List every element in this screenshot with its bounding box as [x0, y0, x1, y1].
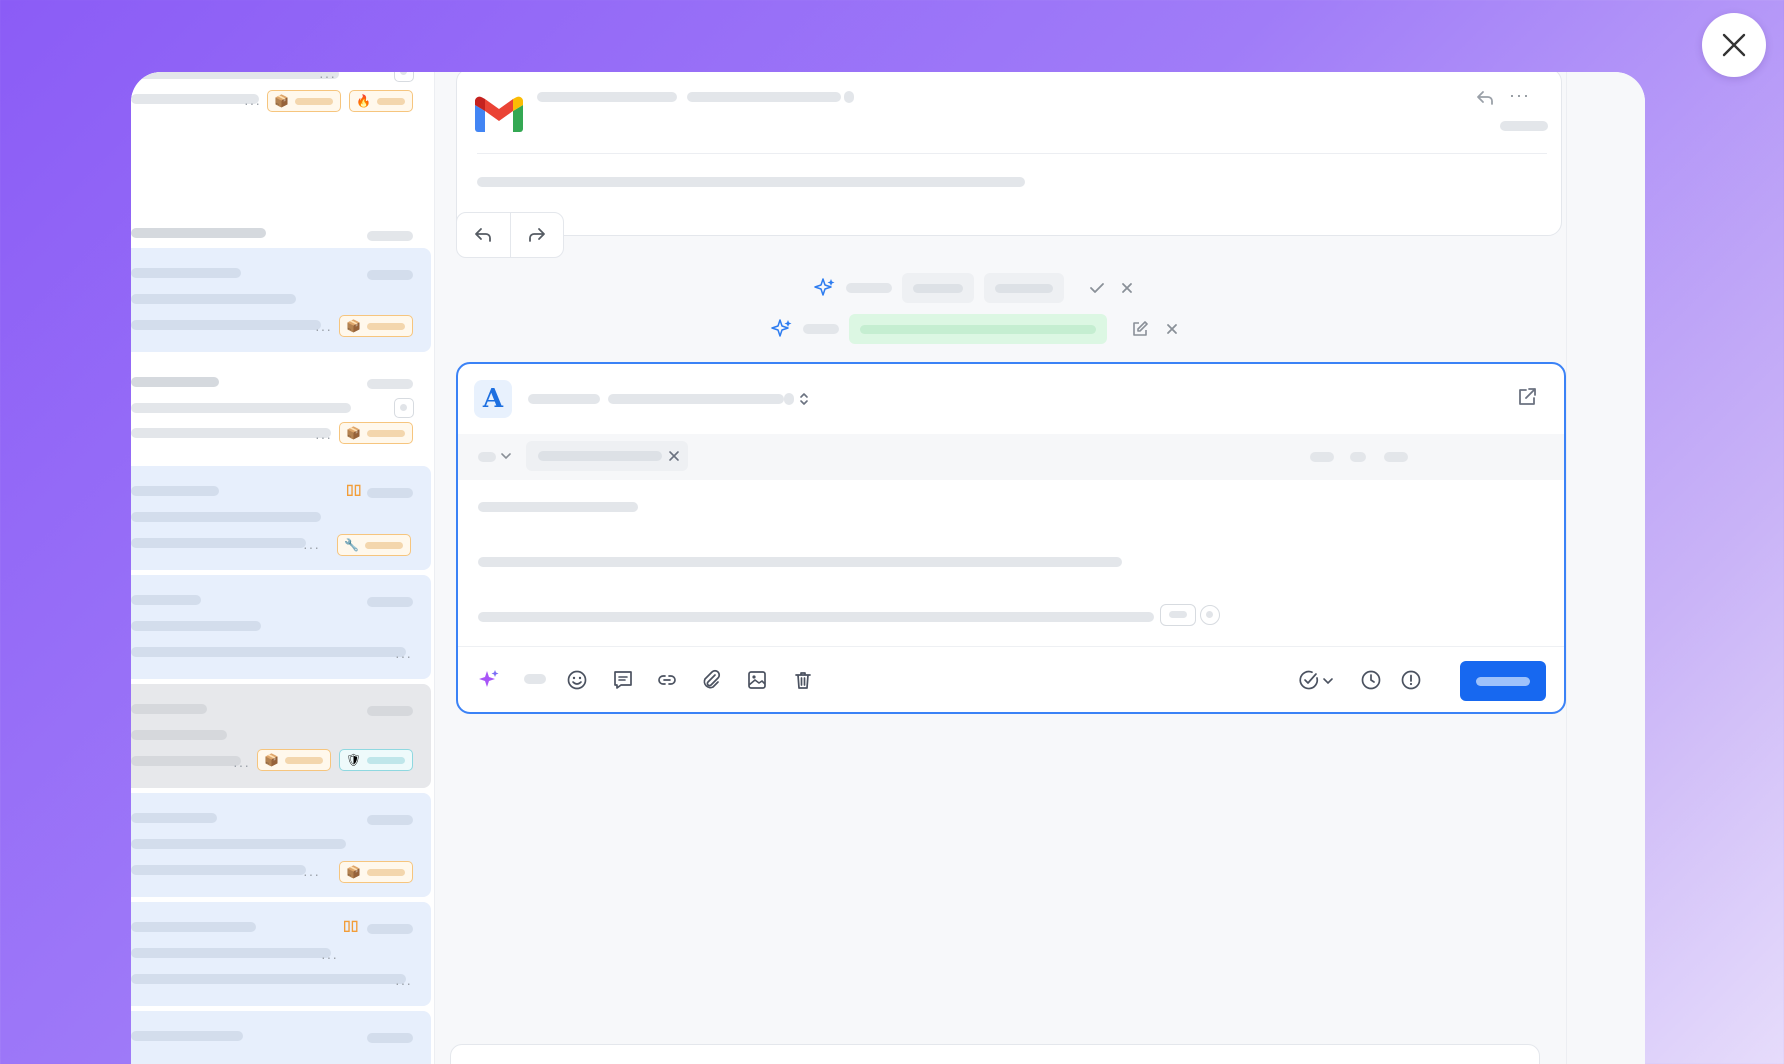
template-button[interactable] — [610, 667, 636, 693]
status-badge: 📦 — [339, 422, 413, 444]
list-item[interactable]: ··· — [131, 575, 431, 679]
right-sidebar — [1566, 72, 1645, 1064]
list-item[interactable]: ··· ··· 📦 🔥 — [131, 72, 431, 136]
package-icon: 📦 — [264, 753, 279, 767]
ai-suggestion-row — [814, 273, 1134, 303]
list-item[interactable]: ▯▯ ··· ··· — [131, 902, 431, 1006]
chevron-down-icon[interactable] — [1322, 675, 1334, 687]
app-window: ··· ··· 📦 🔥 ··· 🔥 ··· 📦 — [131, 72, 1645, 1064]
list-item[interactable]: ▯▯ ··· 🔧 — [131, 466, 431, 570]
suggestion-chip[interactable] — [902, 273, 974, 303]
email-message: ··· — [456, 72, 1562, 236]
pause-icon: ▯▯ — [343, 917, 359, 933]
status-badge: 📦 — [339, 861, 413, 883]
gmail-logo-icon — [475, 96, 523, 132]
chevron-down-icon[interactable] — [500, 450, 512, 462]
close-icon[interactable] — [1165, 322, 1179, 336]
next-message-card — [450, 1044, 1540, 1064]
suggestion-chip[interactable] — [984, 273, 1064, 303]
close-icon — [1722, 33, 1746, 57]
resolve-button[interactable] — [1296, 667, 1322, 693]
status-badge: 📦 — [267, 90, 341, 112]
reply-composer: A — [456, 362, 1566, 714]
mail-actions — [456, 212, 564, 258]
pause-icon: ▯▯ — [346, 481, 362, 497]
composer-toolbar — [458, 646, 1564, 712]
package-icon: 📦 — [346, 865, 361, 879]
app-logo: A — [474, 380, 512, 418]
close-icon[interactable] — [668, 450, 680, 462]
sparkle-icon — [814, 278, 835, 296]
list-item[interactable]: ··· 📦 — [131, 793, 431, 897]
list-item[interactable]: ··· 📦 — [131, 358, 431, 462]
attach-file-button[interactable] — [698, 667, 724, 693]
trash-icon — [795, 672, 811, 689]
shield-icon: 🛡 — [346, 753, 362, 767]
close-icon[interactable] — [1120, 281, 1134, 295]
sparkle-icon — [479, 670, 499, 687]
checkbox[interactable] — [394, 72, 414, 82]
check-icon[interactable] — [1088, 280, 1106, 296]
send-button[interactable] — [1460, 661, 1546, 701]
discard-button[interactable] — [790, 667, 816, 693]
edit-icon[interactable] — [1131, 320, 1149, 338]
recipient-fields — [458, 434, 1564, 480]
checkbox[interactable] — [394, 398, 414, 418]
status-badge: 🔥 — [349, 90, 413, 112]
external-link-icon[interactable] — [1516, 386, 1538, 408]
insert-link-button[interactable] — [654, 667, 680, 693]
conversation-list: ··· ··· 📦 🔥 ··· 🔥 ··· 📦 — [131, 72, 435, 1064]
conversation-pane: ··· A — [436, 72, 1566, 1064]
ai-assist-button[interactable] — [476, 667, 502, 693]
reply-icon[interactable] — [1475, 89, 1495, 107]
recipient-chip[interactable] — [526, 441, 688, 471]
emoji-icon — [567, 670, 587, 690]
reply-button[interactable] — [457, 213, 510, 257]
composer-header: A — [458, 364, 1564, 434]
ai-suggestion-row — [771, 314, 1179, 344]
list-item[interactable] — [131, 1011, 431, 1064]
fire-icon: 🔥 — [356, 94, 371, 108]
list-item[interactable]: ··· 📦 🛡 — [131, 684, 431, 788]
list-item[interactable]: ··· 📦 — [131, 248, 431, 352]
image-icon — [748, 671, 766, 689]
template-icon — [614, 671, 632, 689]
chevron-updown-icon[interactable] — [798, 390, 810, 408]
attachment-icon — [703, 669, 721, 689]
clock-icon — [1361, 670, 1381, 690]
info-icon — [1401, 670, 1421, 690]
suggestion-chip[interactable] — [849, 314, 1107, 344]
forward-icon — [528, 228, 545, 242]
close-button[interactable] — [1702, 13, 1766, 77]
forward-button[interactable] — [509, 213, 564, 257]
status-badge: 📦 — [339, 315, 413, 337]
status-badge: 🛡 — [339, 749, 413, 771]
link-icon — [658, 675, 676, 685]
status-badge: 🔧 — [337, 534, 411, 556]
package-icon: 📦 — [346, 426, 361, 440]
check-circle-icon — [1299, 670, 1319, 690]
priority-button[interactable] — [1398, 667, 1424, 693]
more-icon[interactable]: ··· — [1509, 85, 1530, 106]
reply-icon — [475, 228, 492, 242]
package-icon: 📦 — [346, 319, 361, 333]
wrench-icon: 🔧 — [344, 538, 359, 552]
status-badge: 📦 — [257, 749, 331, 771]
package-icon: 📦 — [274, 94, 289, 108]
snooze-button[interactable] — [1358, 667, 1384, 693]
sparkle-icon — [771, 319, 792, 337]
list-item[interactable]: ··· 🔥 — [131, 136, 431, 297]
insert-image-button[interactable] — [744, 667, 770, 693]
emoji-button[interactable] — [564, 667, 590, 693]
